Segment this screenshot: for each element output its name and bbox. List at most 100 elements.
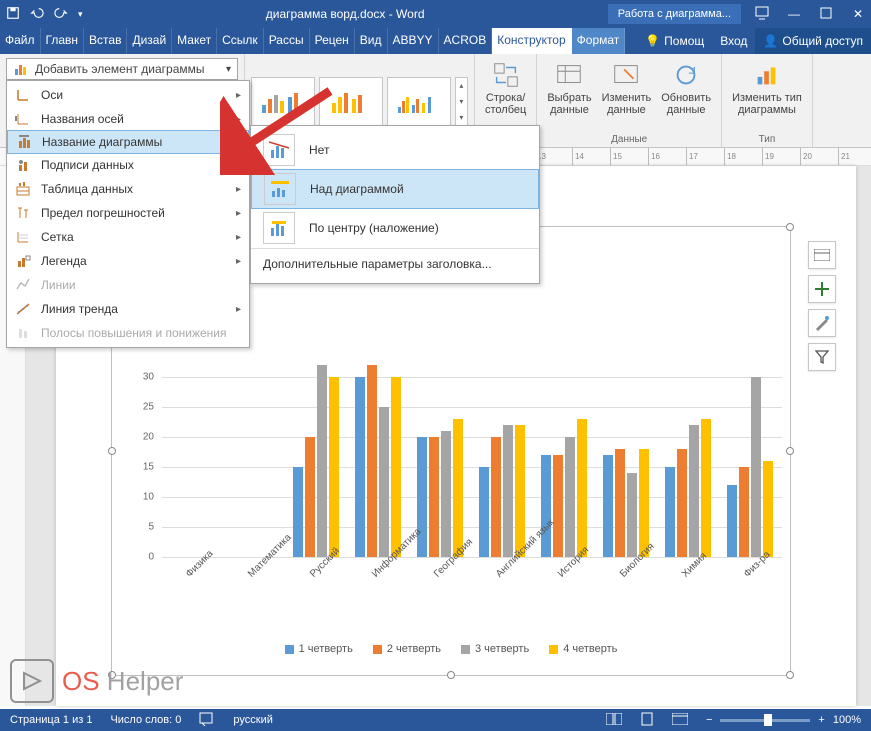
bar[interactable] (305, 437, 315, 557)
bar[interactable] (379, 407, 389, 557)
zoom-out-icon[interactable]: − (706, 714, 712, 726)
close-icon[interactable]: ✕ (851, 7, 865, 21)
add-chart-element-button[interactable]: Добавить элемент диаграммы ▾ (6, 58, 238, 80)
chart-title-none[interactable]: Нет (251, 130, 539, 170)
bar[interactable] (367, 365, 377, 557)
bar[interactable] (479, 467, 489, 557)
chart-layout-options-button[interactable] (808, 241, 836, 269)
chart-style-2[interactable] (319, 77, 383, 127)
bar[interactable] (417, 437, 427, 557)
bar[interactable] (515, 425, 525, 557)
refresh-data-button[interactable]: Обновить данные (657, 58, 715, 118)
help-tab[interactable]: 💡Помощ (637, 28, 712, 54)
minimize-icon[interactable]: — (787, 7, 801, 21)
bar[interactable] (701, 419, 711, 557)
page-status[interactable]: Страница 1 из 1 (10, 714, 92, 726)
bar[interactable] (329, 377, 339, 557)
maximize-icon[interactable] (819, 7, 833, 22)
bar[interactable] (391, 377, 401, 557)
tab-acrobat[interactable]: ACROB (439, 28, 493, 54)
login-tab[interactable]: Вход (712, 28, 755, 54)
menu-item-legend[interactable]: Легенда▸ (7, 249, 249, 273)
menu-item-axis_titles[interactable]: Названия осей▸ (7, 107, 249, 131)
legend-item[interactable]: 3 четверть (461, 643, 529, 655)
menu-item-chart_title[interactable]: Название диаграммы▸ (7, 130, 249, 154)
legend-item[interactable]: 4 четверть (549, 643, 617, 655)
word-count[interactable]: Число слов: 0 (110, 714, 181, 726)
bar[interactable] (453, 419, 463, 557)
bar[interactable] (751, 377, 761, 557)
ribbon-options-icon[interactable] (755, 6, 769, 23)
menu-item-data_labels[interactable]: Подписи данных▸ (7, 153, 249, 177)
zoom-in-icon[interactable]: + (818, 714, 824, 726)
menu-item-error_bars[interactable]: Предел погрешностей▸ (7, 201, 249, 225)
bar[interactable] (689, 425, 699, 557)
print-layout-icon[interactable] (640, 712, 654, 729)
bar[interactable] (317, 365, 327, 557)
legend-item[interactable]: 2 четверть (373, 643, 441, 655)
bar[interactable] (677, 449, 687, 557)
bar[interactable] (293, 467, 303, 557)
tab-review[interactable]: Рецен (310, 28, 355, 54)
select-data-button[interactable]: Выбрать данные (543, 58, 595, 118)
menu-item-gridlines[interactable]: Сетка▸ (7, 225, 249, 249)
spellcheck-icon[interactable] (199, 712, 215, 729)
menu-item-axes[interactable]: Оси▸ (7, 83, 249, 107)
gallery-expand[interactable]: ▴▾▾ (455, 77, 468, 127)
tab-format-chart[interactable]: Формат (572, 28, 626, 54)
bar[interactable] (739, 467, 749, 557)
tab-insert[interactable]: Встав (84, 28, 127, 54)
bar[interactable] (603, 455, 613, 557)
bar[interactable] (491, 437, 501, 557)
bar[interactable] (615, 449, 625, 557)
chart-plot-area[interactable]: 051015202530 (162, 377, 782, 557)
legend-item[interactable]: 1 четверть (285, 643, 353, 655)
chart-filters-button[interactable] (808, 343, 836, 371)
read-mode-icon[interactable] (606, 713, 622, 728)
lightbulb-icon: 💡 (645, 34, 660, 48)
redo-icon[interactable] (54, 6, 68, 23)
chart-style-3[interactable] (387, 77, 451, 127)
tab-design[interactable]: Дизай (127, 28, 172, 54)
chart-title-more-options[interactable]: Дополнительные параметры заголовка... (251, 248, 539, 279)
tab-mailings[interactable]: Рассы (264, 28, 310, 54)
web-layout-icon[interactable] (672, 713, 688, 728)
bar[interactable] (665, 467, 675, 557)
tab-abbyy[interactable]: ABBYY (388, 28, 439, 54)
menu-item-trendline[interactable]: Линия тренда▸ (7, 297, 249, 321)
chart-styles-button[interactable] (808, 309, 836, 337)
tab-layout[interactable]: Макет (172, 28, 217, 54)
edit-data-button[interactable]: Изменить данные (598, 58, 656, 118)
undo-icon[interactable] (30, 6, 44, 23)
tab-design-chart[interactable]: Конструктор (492, 28, 571, 54)
bar[interactable] (727, 485, 737, 557)
bar[interactable] (763, 461, 773, 557)
bar[interactable] (355, 377, 365, 557)
bar[interactable] (553, 455, 563, 557)
tab-home[interactable]: Главн (41, 28, 85, 54)
bar[interactable] (429, 437, 439, 557)
tab-view[interactable]: Вид (355, 28, 388, 54)
bar[interactable] (565, 437, 575, 557)
bar[interactable] (441, 431, 451, 557)
chart-style-1[interactable] (251, 77, 315, 127)
chart-legend[interactable]: 1 четверть 2 четверть 3 четверть 4 четверть (112, 643, 790, 655)
language-status[interactable]: русский (233, 714, 272, 726)
lines-icon (15, 277, 31, 293)
bar[interactable] (577, 419, 587, 557)
share-tab[interactable]: 👤Общий доступ (755, 28, 871, 54)
tab-references[interactable]: Ссылк (217, 28, 264, 54)
zoom-slider[interactable] (720, 719, 810, 722)
save-icon[interactable] (6, 6, 20, 23)
zoom-value[interactable]: 100% (833, 714, 861, 726)
tab-file[interactable]: Файл (0, 28, 41, 54)
bar[interactable] (503, 425, 513, 557)
switch-row-column-button[interactable]: Строка/ столбец (481, 58, 530, 118)
change-chart-type-button[interactable]: Изменить тип диаграммы (728, 58, 806, 118)
bar[interactable] (627, 473, 637, 557)
menu-item-data_table[interactable]: Таблица данных▸ (7, 177, 249, 201)
chart-elements-button[interactable] (808, 275, 836, 303)
bar[interactable] (541, 455, 551, 557)
chart-title-centered-overlay[interactable]: По центру (наложение) (251, 208, 539, 248)
chart-title-above[interactable]: Над диаграммой (251, 169, 539, 209)
